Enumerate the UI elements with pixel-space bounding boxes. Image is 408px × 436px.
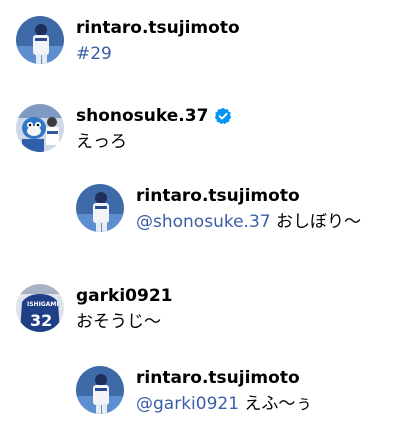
- avatar[interactable]: [16, 104, 64, 152]
- username[interactable]: rintaro.tsujimoto: [76, 16, 240, 40]
- player-photo-avatar-icon: [76, 366, 124, 414]
- comment-item: shonosuke.37 えっろ: [16, 104, 232, 154]
- avatar[interactable]: [76, 184, 124, 232]
- username[interactable]: shonosuke.37: [76, 104, 208, 128]
- avatar[interactable]: [16, 16, 64, 64]
- mention-link[interactable]: @shonosuke.37: [136, 212, 271, 232]
- username[interactable]: rintaro.tsujimoto: [136, 184, 300, 208]
- username[interactable]: rintaro.tsujimoto: [136, 366, 300, 390]
- verified-badge-icon: [214, 107, 232, 125]
- reply-item: rintaro.tsujimoto @shonosuke.37 おしぼり〜: [76, 184, 361, 234]
- mention-link[interactable]: @garki0921: [136, 394, 239, 414]
- comment-text-body: えふ〜ぅ: [239, 394, 313, 414]
- avatar[interactable]: [76, 366, 124, 414]
- reply-item: rintaro.tsujimoto @garki0921 えふ〜ぅ: [76, 366, 312, 416]
- comment-text: @garki0921 えふ〜ぅ: [136, 392, 312, 416]
- player-photo-avatar-icon: [16, 16, 64, 64]
- avatar[interactable]: ISHIGAMI 32: [16, 284, 64, 332]
- username[interactable]: garki0921: [76, 284, 172, 308]
- svg-text:32: 32: [30, 311, 52, 330]
- comment-item: ISHIGAMI 32 garki0921 おそうじ〜: [16, 284, 172, 334]
- mascot-photo-avatar-icon: [16, 104, 64, 152]
- comment-text: えっろ: [76, 132, 127, 152]
- hashtag-link[interactable]: #29: [76, 44, 112, 64]
- comment-text: @shonosuke.37 おしぼり〜: [136, 210, 361, 234]
- jersey-photo-avatar-icon: ISHIGAMI 32: [16, 284, 64, 332]
- player-photo-avatar-icon: [76, 184, 124, 232]
- comment-text: #29: [76, 42, 240, 66]
- comment-text: おそうじ〜: [76, 312, 161, 332]
- comment-item: rintaro.tsujimoto #29: [16, 16, 240, 66]
- comment-text-body: おしぼり〜: [270, 212, 361, 232]
- svg-text:ISHIGAMI: ISHIGAMI: [27, 301, 59, 308]
